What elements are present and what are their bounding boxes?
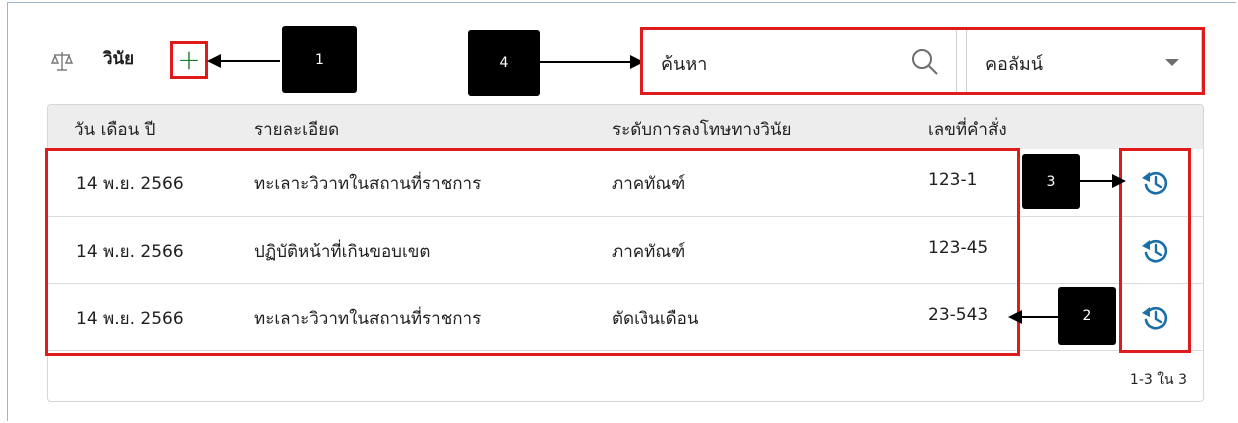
callout-1: 1 [282, 26, 357, 93]
cell-date: 14 พ.ย. 2566 [76, 174, 184, 194]
chevron-down-icon [1165, 59, 1179, 66]
callout-1-arrowhead [207, 54, 221, 68]
cell-order-no: 123-45 [928, 238, 989, 258]
cell-level: ตัดเงินเดือน [612, 309, 699, 329]
column-header-order-no[interactable]: เลขที่คำสั่ง [928, 116, 1007, 143]
add-button[interactable]: + [170, 41, 208, 79]
column-header-date[interactable]: วัน เดือน ปี [74, 116, 155, 143]
cell-detail: ปฏิบัติหน้าที่เกินขอบเขต [254, 242, 431, 262]
cell-detail: ทะเลาะวิวาทในสถานที่ราชการ [254, 174, 482, 194]
search-placeholder: ค้นหา [661, 54, 708, 75]
callout-3: 3 [1022, 154, 1080, 209]
table-footer: 1-3 ใน 3 [48, 350, 1203, 401]
cell-date: 14 พ.ย. 2566 [76, 309, 184, 329]
search-input[interactable]: ค้นหา [642, 28, 957, 95]
pagination-info: 1-3 ใน 3 [1129, 372, 1187, 388]
callout-4: 4 [468, 30, 540, 96]
table-header: วัน เดือน ปี รายละเอียด ระดับการลงโทษทาง… [48, 105, 1203, 149]
column-select[interactable]: คอลัมน์ [966, 28, 1202, 95]
callout-4-arrow [540, 61, 636, 63]
scale-icon [50, 52, 74, 71]
cell-detail: ทะเลาะวิวาทในสถานที่ราชการ [254, 309, 482, 329]
cell-level: ภาคทัณฑ์ [612, 174, 686, 194]
table-row: 14 พ.ย. 2566 ปฏิบัติหน้าที่เกินขอบเขต ภา… [48, 216, 1203, 284]
plus-icon: + [177, 43, 201, 76]
cell-order-no: 123-1 [928, 170, 978, 190]
section-title: วินัย [103, 49, 135, 69]
data-table: วัน เดือน ปี รายละเอียด ระดับการลงโทษทาง… [47, 104, 1204, 402]
callout-2-arrowhead [1008, 310, 1022, 324]
callout-3-arrowhead [1112, 174, 1126, 188]
column-select-value: คอลัมน์ [985, 54, 1044, 75]
column-header-detail[interactable]: รายละเอียด [254, 116, 339, 143]
callout-2-arrow [1018, 316, 1060, 318]
history-icon[interactable] [1140, 168, 1170, 198]
search-icon[interactable] [910, 47, 940, 77]
history-icon[interactable] [1140, 236, 1170, 266]
cell-date: 14 พ.ย. 2566 [76, 242, 184, 262]
history-icon[interactable] [1140, 303, 1170, 333]
cell-order-no: 23-543 [928, 305, 989, 325]
column-header-level[interactable]: ระดับการลงโทษทางวินัย [612, 116, 792, 143]
cell-level: ภาคทัณฑ์ [612, 242, 686, 262]
callout-1-arrow [216, 60, 280, 62]
callout-2: 2 [1058, 287, 1116, 345]
